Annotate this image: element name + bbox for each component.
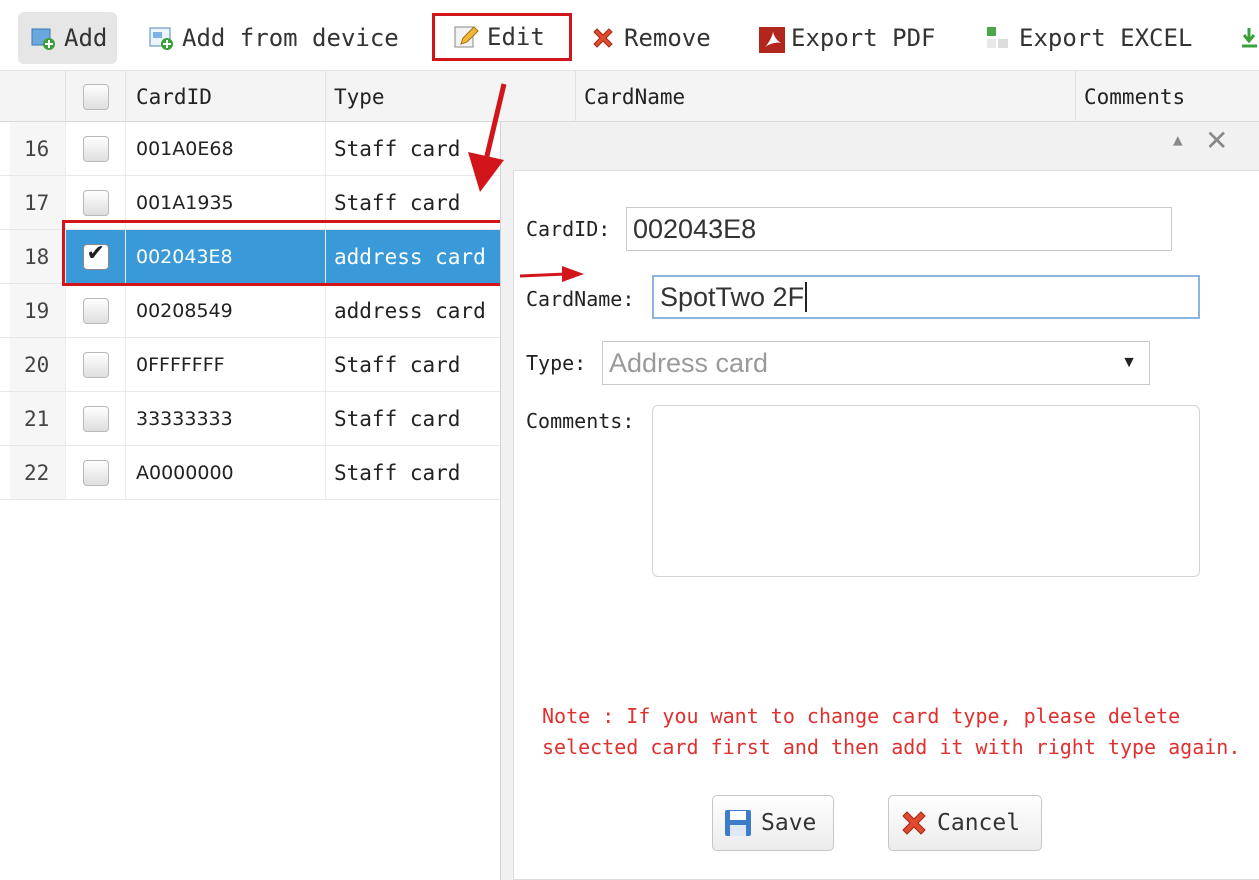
- header-type[interactable]: Type: [326, 71, 576, 123]
- row-number: 22: [10, 446, 66, 499]
- text-cursor: [805, 282, 808, 312]
- type-cell: address card: [326, 230, 500, 283]
- row-checkbox[interactable]: [82, 135, 109, 162]
- type-label: Type:: [526, 351, 587, 375]
- row-checkbox[interactable]: [82, 459, 109, 486]
- excel-icon: [985, 25, 1011, 51]
- dialog-form: CardID: 002043E8 CardName: SpotTwo 2F Ty…: [513, 170, 1259, 880]
- type-cell: Staff card: [334, 190, 461, 215]
- edit-icon: [453, 24, 479, 50]
- save-label: Save: [761, 810, 817, 836]
- export-pdf-label: Export PDF: [791, 24, 936, 52]
- edit-label: Edit: [487, 23, 545, 51]
- table-row[interactable]: 19 00208549 address card: [0, 284, 500, 338]
- save-disk-icon: [723, 808, 753, 838]
- table-row[interactable]: 21 33333333 Staff card: [0, 392, 500, 446]
- card-name-field[interactable]: SpotTwo 2F: [652, 275, 1200, 319]
- card-id-field[interactable]: 002043E8: [626, 207, 1172, 251]
- header-card-name[interactable]: CardName: [576, 71, 1076, 123]
- row-checkbox-checked[interactable]: ✔: [82, 240, 109, 270]
- card-id-cell: 33333333: [126, 392, 326, 445]
- cancel-button[interactable]: Cancel: [888, 795, 1042, 851]
- add-card-icon: [30, 25, 56, 51]
- device-add-icon: [148, 25, 174, 51]
- cancel-x-icon: [899, 808, 929, 838]
- more-toolbar-button[interactable]: [1240, 12, 1259, 64]
- row-checkbox[interactable]: [82, 297, 109, 324]
- header-row-number: [10, 71, 66, 123]
- grid-header: CardID Type CardName Comments: [0, 70, 1259, 123]
- table-row[interactable]: 16 001A0E68 Staff card: [0, 122, 500, 176]
- checkmark-icon: ✔: [86, 240, 105, 266]
- comments-label: Comments:: [526, 409, 635, 433]
- type-cell: Staff card: [334, 406, 461, 431]
- card-id-cell: 00208549: [126, 284, 326, 337]
- table-row[interactable]: 22 A0000000 Staff card: [0, 446, 500, 500]
- card-id-cell: 001A0E68: [126, 122, 326, 175]
- type-cell: Staff card: [334, 136, 461, 161]
- type-cell: Staff card: [334, 352, 461, 377]
- row-number: 17: [10, 176, 66, 229]
- row-checkbox-cell[interactable]: [66, 338, 126, 391]
- row-checkbox-cell[interactable]: [66, 176, 126, 229]
- table-row[interactable]: 17 001A1935 Staff card: [0, 176, 500, 230]
- add-from-device-label: Add from device: [182, 24, 399, 52]
- pdf-icon: [757, 25, 785, 53]
- row-checkbox[interactable]: [82, 189, 109, 216]
- row-number: 20: [10, 338, 66, 391]
- header-comments[interactable]: Comments: [1076, 71, 1259, 123]
- download-icon: [1240, 25, 1259, 51]
- export-pdf-button[interactable]: Export PDF: [757, 12, 936, 64]
- card-id-label: CardID:: [526, 217, 611, 241]
- remove-x-icon: [590, 25, 616, 51]
- collapse-icon[interactable]: ▲: [1173, 130, 1183, 149]
- card-id-cell: 0FFFFFFF: [126, 338, 326, 391]
- table-row[interactable]: 20 0FFFFFFF Staff card: [0, 338, 500, 392]
- export-excel-label: Export EXCEL: [1019, 24, 1193, 52]
- row-checkbox-cell[interactable]: [66, 284, 126, 337]
- type-select[interactable]: Address card ▼: [602, 341, 1150, 385]
- close-icon[interactable]: ✕: [1205, 124, 1228, 157]
- card-name-label: CardName:: [526, 287, 635, 311]
- row-checkbox-cell[interactable]: [66, 392, 126, 445]
- export-excel-button[interactable]: Export EXCEL: [985, 12, 1192, 64]
- row-checkbox[interactable]: [82, 351, 109, 378]
- edit-button[interactable]: Edit: [432, 13, 572, 61]
- type-cell: address card: [334, 298, 486, 323]
- header-card-id[interactable]: CardID: [126, 71, 326, 123]
- card-id-cell: 001A1935: [126, 176, 326, 229]
- card-name-value: SpotTwo 2F: [660, 281, 805, 312]
- card-type-note: Note : If you want to change card type, …: [542, 704, 1241, 759]
- add-label: Add: [64, 24, 108, 52]
- cancel-label: Cancel: [937, 810, 1021, 836]
- select-all-checkbox[interactable]: [82, 84, 109, 110]
- row-number: 19: [10, 284, 66, 337]
- add-button[interactable]: Add: [18, 12, 118, 64]
- remove-button[interactable]: Remove: [590, 12, 711, 64]
- row-number: 18: [10, 230, 66, 283]
- dropdown-arrow-icon: ▼: [1121, 354, 1137, 371]
- row-checkbox-cell[interactable]: ✔: [66, 230, 126, 283]
- row-number: 16: [10, 122, 66, 175]
- row-checkbox-cell[interactable]: [66, 122, 126, 175]
- card-id-cell: 002043E8: [126, 230, 326, 283]
- row-checkbox[interactable]: [82, 405, 109, 432]
- table-row-selected[interactable]: 18 ✔ 002043E8 address card: [0, 230, 500, 284]
- type-select-value: Address card: [609, 347, 769, 378]
- row-number: 21: [10, 392, 66, 445]
- add-from-device-button[interactable]: Add from device: [148, 12, 399, 64]
- remove-label: Remove: [624, 24, 711, 52]
- row-checkbox-cell[interactable]: [66, 446, 126, 499]
- card-id-cell: A0000000: [126, 446, 326, 499]
- edit-card-dialog: ▲ ✕ CardID: 002043E8 CardName: SpotTwo 2…: [500, 122, 1259, 880]
- type-cell: Staff card: [334, 460, 461, 485]
- toolbar: Add Add from device Edit Remove Export P…: [0, 0, 1259, 70]
- comments-textarea[interactable]: [652, 405, 1200, 577]
- header-select-all[interactable]: [66, 71, 126, 123]
- save-button[interactable]: Save: [712, 795, 834, 851]
